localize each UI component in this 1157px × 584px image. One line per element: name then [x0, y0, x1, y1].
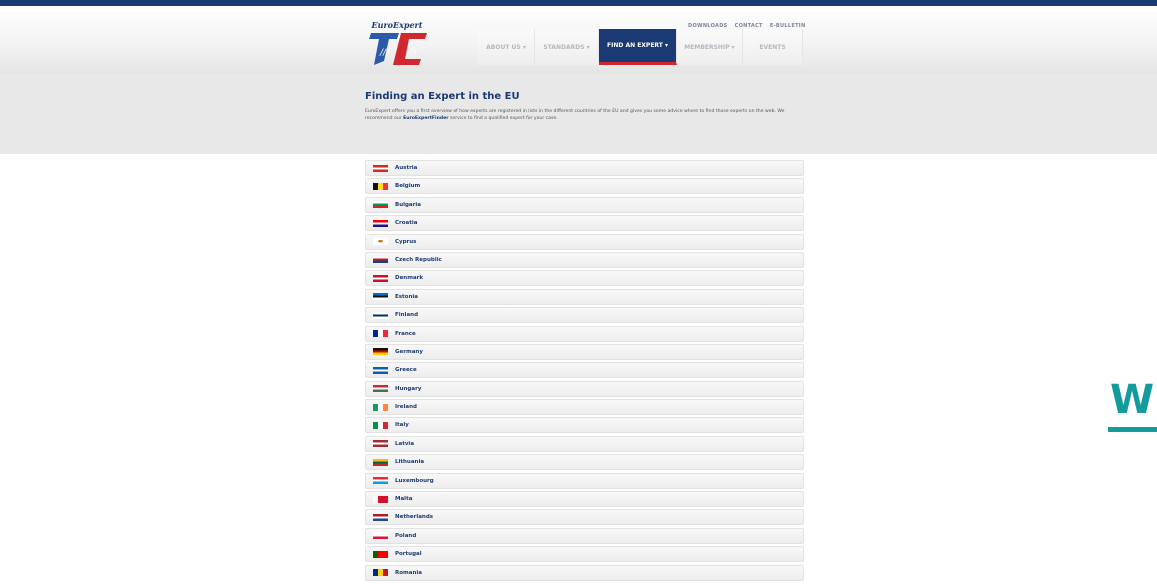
belgium-flag-icon [373, 182, 388, 190]
country-label: Bulgaria [395, 201, 421, 208]
country-row[interactable]: Denmark [365, 270, 804, 287]
country-label: Hungary [395, 385, 422, 392]
czech-republic-flag-icon [373, 256, 388, 264]
country-label: Finland [395, 312, 419, 319]
country-row[interactable]: Netherlands [365, 509, 804, 526]
country-label: Romania [395, 569, 422, 576]
country-label: Portugal [395, 551, 422, 558]
country-list: Austria Belgium Bulgaria Croatia Cyprus Czech… [365, 160, 804, 583]
nav-membership[interactable]: MEMBERSHIP ▾ [677, 29, 743, 65]
croatia-flag-icon [373, 219, 388, 227]
country-label: Lithuania [395, 459, 425, 466]
euroexpertfinder-link[interactable]: EuroExpertFinder [403, 116, 448, 121]
svg-text:///: /// [379, 48, 390, 58]
svg-text:///: /// [406, 48, 417, 58]
main-nav: ABOUT US ▾ STANDARDS ▾ FIND AN EXPERT ▾ … [478, 29, 803, 65]
country-row[interactable]: Greece [365, 362, 804, 379]
finland-flag-icon [373, 311, 388, 319]
netherlands-flag-icon [373, 513, 388, 521]
country-label: Estonia [395, 293, 418, 300]
germany-flag-icon [373, 348, 388, 356]
chevron-down-icon: ▾ [662, 42, 668, 49]
country-label: France [395, 330, 416, 337]
greece-flag-icon [373, 366, 388, 374]
hungary-flag-icon [373, 385, 388, 393]
country-row[interactable]: Portugal [365, 546, 804, 563]
country-row[interactable]: Belgium [365, 178, 804, 195]
country-row[interactable]: Austria [365, 160, 804, 176]
country-label: Italy [395, 422, 409, 429]
nav-find-an-expert[interactable]: FIND AN EXPERT ▾ [599, 29, 677, 65]
country-row[interactable]: Germany [365, 343, 804, 360]
romania-flag-icon [373, 569, 388, 577]
luxembourg-flag-icon [373, 477, 388, 485]
cyprus-flag-icon [373, 238, 388, 246]
country-row[interactable]: Croatia [365, 215, 804, 232]
intro-text-part: service to find a qualified expert for y… [448, 116, 558, 121]
lithuania-flag-icon [373, 458, 388, 466]
chevron-down-icon: ▾ [520, 43, 526, 51]
country-label: Denmark [395, 275, 424, 282]
euroexpert-logo[interactable]: EuroExpert /// /// [365, 20, 429, 70]
country-row[interactable]: Lithuania [365, 454, 804, 471]
country-row[interactable]: Poland [365, 527, 804, 544]
country-label: Latvia [395, 440, 415, 447]
austria-flag-icon [373, 164, 388, 172]
country-row[interactable]: Ireland [365, 399, 804, 416]
denmark-flag-icon [373, 274, 388, 282]
country-label: Ireland [395, 404, 417, 411]
country-row[interactable]: Romania [365, 564, 804, 581]
country-row[interactable]: Bulgaria [365, 196, 804, 213]
side-logo-underline [1108, 427, 1157, 432]
country-row[interactable]: Hungary [365, 380, 804, 397]
nav-label: FIND AN EXPERT [607, 42, 663, 49]
side-logo-icon: W [1110, 377, 1155, 423]
bulgaria-flag-icon [373, 201, 388, 209]
nav-label: STANDARDS [543, 43, 585, 51]
country-row[interactable]: Finland [365, 307, 804, 324]
country-label: Poland [395, 532, 417, 539]
intro-text: EuroExpert offers you a first overview o… [365, 108, 810, 122]
country-label: Czech Republic [395, 256, 442, 263]
chevron-down-icon: ▾ [584, 43, 590, 51]
country-label: Luxembourg [395, 477, 434, 484]
nav-label: EVENTS [759, 43, 786, 51]
country-row[interactable]: Luxembourg [365, 472, 804, 489]
country-label: Austria [395, 165, 418, 171]
nav-label: ABOUT US [486, 43, 521, 51]
country-row[interactable]: Czech Republic [365, 251, 804, 268]
italy-flag-icon [373, 421, 388, 429]
country-label: Germany [395, 348, 423, 355]
malta-flag-icon [373, 495, 388, 503]
country-label: Cyprus [395, 238, 417, 245]
country-label: Malta [395, 496, 413, 503]
country-row[interactable]: Malta [365, 491, 804, 508]
country-row[interactable]: Cyprus [365, 233, 804, 250]
country-row[interactable]: France [365, 325, 804, 342]
poland-flag-icon [373, 532, 388, 540]
france-flag-icon [373, 330, 388, 338]
country-label: Greece [395, 367, 417, 374]
country-row[interactable]: Latvia [365, 435, 804, 452]
estonia-flag-icon [373, 293, 388, 301]
page-title: Finding an Expert in the EU [365, 91, 520, 102]
latvia-flag-icon [373, 440, 388, 448]
country-label: Croatia [395, 220, 418, 227]
ireland-flag-icon [373, 403, 388, 411]
country-row[interactable]: Italy [365, 417, 804, 434]
chevron-down-icon: ▾ [729, 43, 735, 51]
logo-text: EuroExpert [371, 20, 423, 30]
logo-mark-icon: /// /// [369, 33, 427, 65]
nav-standards[interactable]: STANDARDS ▾ [535, 29, 599, 65]
nav-events[interactable]: EVENTS [743, 29, 803, 65]
portugal-flag-icon [373, 550, 388, 558]
country-label: Netherlands [395, 514, 434, 521]
country-row[interactable]: Estonia [365, 288, 804, 305]
nav-label: MEMBERSHIP [684, 43, 730, 51]
country-label: Belgium [395, 183, 421, 190]
nav-about-us[interactable]: ABOUT US ▾ [478, 29, 535, 65]
